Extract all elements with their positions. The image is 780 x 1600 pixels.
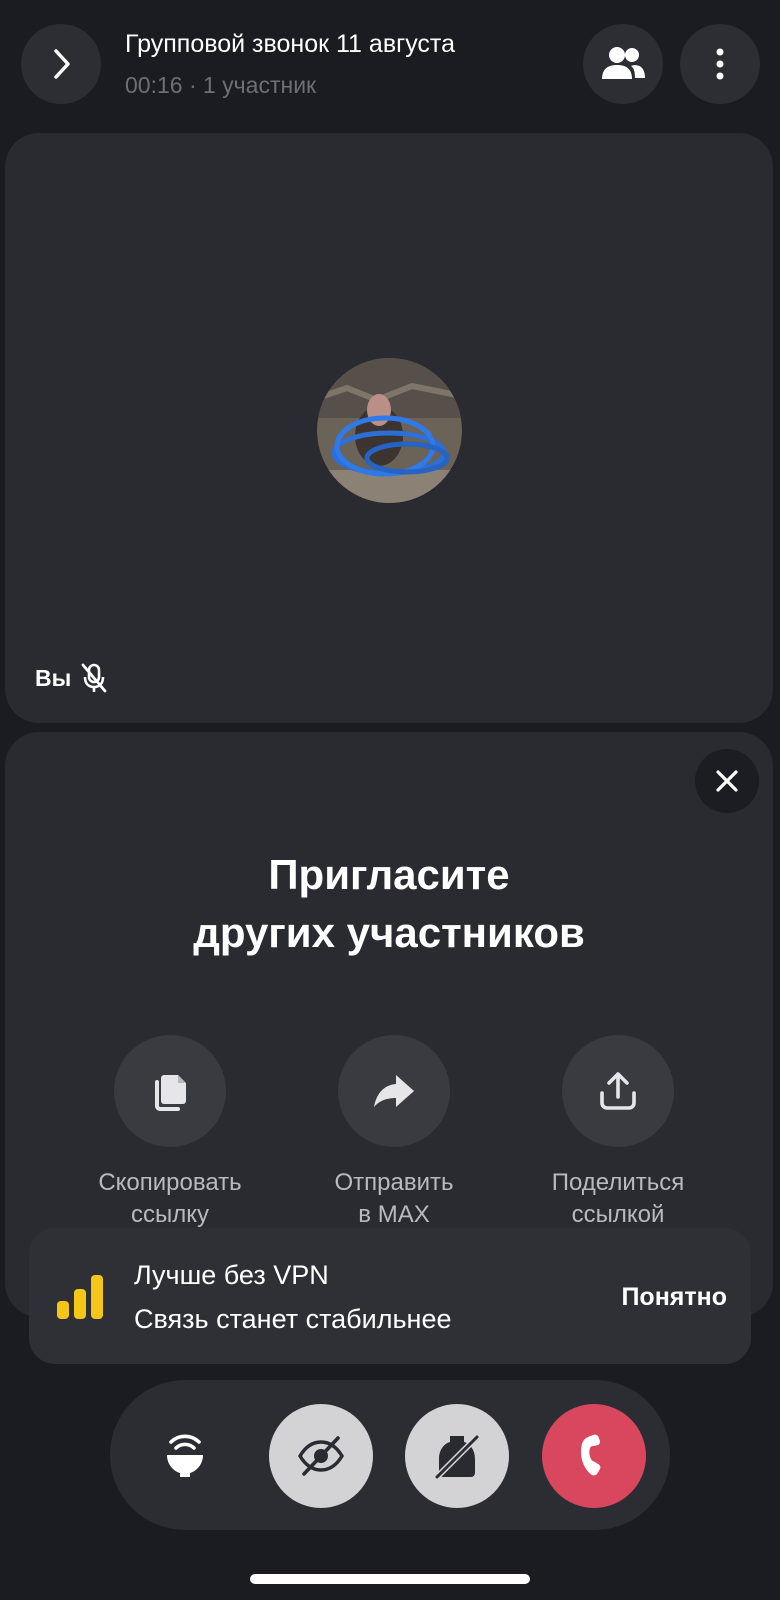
share-icon: [600, 1072, 636, 1110]
more-button[interactable]: [680, 24, 760, 104]
close-invite-button[interactable]: [695, 749, 759, 813]
share-link-button[interactable]: [562, 1035, 674, 1147]
end-call-button[interactable]: [542, 1404, 646, 1508]
forward-icon: [374, 1075, 414, 1107]
you-label: Вы: [35, 664, 72, 691]
copy-link-action[interactable]: Скопировать ссылку: [60, 1035, 280, 1231]
speaker-icon: [167, 1434, 203, 1477]
toast-title: Лучше без VPN: [134, 1260, 329, 1290]
signal-bars-icon: [57, 1275, 103, 1319]
hang-up-icon: [581, 1434, 601, 1476]
speaker-button[interactable]: [133, 1404, 237, 1508]
mic-off-icon: [81, 663, 107, 693]
call-status: 00:16 · 1 участник: [125, 72, 317, 98]
call-controls: [110, 1380, 670, 1530]
more-vertical-icon: [716, 48, 724, 80]
copy-link-label: Скопировать ссылку: [98, 1169, 242, 1228]
mic-off-button[interactable]: [405, 1404, 509, 1508]
participants-button[interactable]: [583, 24, 663, 104]
chevron-right-icon: [54, 49, 70, 79]
invite-title: Пригласите других участников: [193, 851, 585, 956]
vpn-toast: Лучше без VPN Связь станет стабильнее По…: [29, 1228, 751, 1364]
home-indicator[interactable]: [250, 1574, 530, 1584]
mic-off-icon: [435, 1434, 479, 1479]
copy-link-button[interactable]: [114, 1035, 226, 1147]
self-label-row: Вы: [35, 663, 107, 693]
toast-ok-button[interactable]: Понятно: [621, 1283, 727, 1312]
share-link-action[interactable]: Поделиться ссылкой: [508, 1035, 728, 1231]
close-icon: [716, 770, 738, 792]
camera-off-icon: [298, 1436, 344, 1476]
user-avatar: [317, 358, 462, 503]
send-in-max-label: Отправить в MAX: [334, 1169, 454, 1228]
send-in-max-button[interactable]: [338, 1035, 450, 1147]
copy-icon: [155, 1075, 186, 1111]
share-link-label: Поделиться ссылкой: [551, 1169, 685, 1228]
people-icon: [602, 47, 645, 79]
send-in-max-action[interactable]: Отправить в MAX: [284, 1035, 504, 1231]
call-title: Групповой звонок 11 августа: [125, 30, 456, 58]
camera-off-button[interactable]: [269, 1404, 373, 1508]
self-video-tile[interactable]: Вы: [5, 133, 773, 723]
back-button[interactable]: [21, 24, 101, 104]
toast-message: Связь станет стабильнее: [134, 1304, 452, 1334]
